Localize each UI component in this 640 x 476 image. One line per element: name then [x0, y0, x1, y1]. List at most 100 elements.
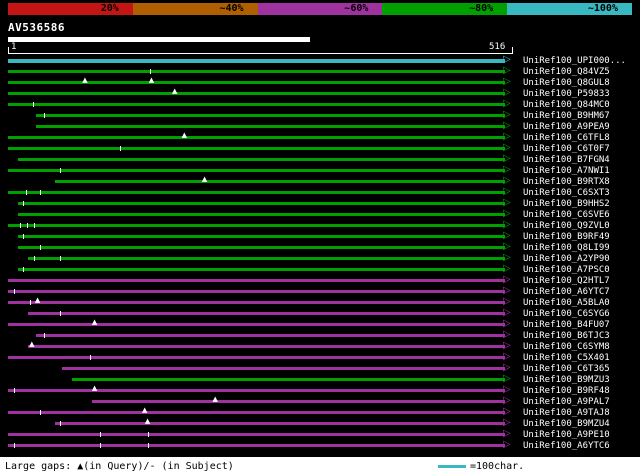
- alignment-hit-bar[interactable]: [36, 114, 505, 117]
- hit-arrow-icon: ▷: [503, 153, 511, 164]
- large-gap-triangle-icon: ▲: [82, 76, 88, 84]
- hit-label[interactable]: UniRef100_C6TFL8: [523, 133, 610, 143]
- hit-arrow-icon: ▷: [503, 285, 511, 296]
- hit-arrow-icon: ▷: [503, 197, 511, 208]
- hit-label[interactable]: UniRef100_C6SXT3: [523, 188, 610, 198]
- hit-arrow-icon: ▷: [503, 395, 511, 406]
- hit-label[interactable]: UniRef100_B9RTX8: [523, 177, 610, 187]
- alignment-hit-bar[interactable]: [8, 323, 505, 326]
- alignment-hit-bar[interactable]: [55, 180, 505, 183]
- hit-label[interactable]: UniRef100_B9MZU4: [523, 419, 610, 429]
- hit-label[interactable]: UniRef100_C5X401: [523, 353, 610, 363]
- hit-label[interactable]: UniRef100_C6SYM8: [523, 342, 610, 352]
- alignment-hit-bar[interactable]: [8, 433, 505, 436]
- hit-label[interactable]: UniRef100_B9MZU3: [523, 375, 610, 385]
- alignment-hit-bar[interactable]: [8, 290, 505, 293]
- hit-label[interactable]: UniRef100_A9PAL7: [523, 397, 610, 407]
- gap-tick: [99, 432, 101, 437]
- hit-arrow-icon: ▷: [503, 109, 511, 120]
- hit-arrow-icon: ▷: [503, 417, 511, 428]
- hit-label[interactable]: UniRef100_B6TJC3: [523, 331, 610, 341]
- alignment-hit-bar[interactable]: [71, 378, 505, 381]
- alignment-hit-bar[interactable]: [8, 301, 505, 304]
- hit-label[interactable]: UniRef100_P59833: [523, 89, 610, 99]
- hit-label[interactable]: UniRef100_C6T365: [523, 364, 610, 374]
- hit-arrow-icon: ▷: [503, 252, 511, 263]
- alignment-hit-bar[interactable]: [17, 268, 505, 271]
- alignment-hit-bar[interactable]: [92, 400, 505, 403]
- hit-arrow-icon: ▷: [503, 175, 511, 186]
- hit-label[interactable]: UniRef100_A9PE10: [523, 430, 610, 440]
- hit-label[interactable]: UniRef100_B9RF49: [523, 232, 610, 242]
- alignment-hit-bar[interactable]: [8, 411, 505, 414]
- large-gap-triangle-icon: ▲: [142, 406, 148, 414]
- hit-label[interactable]: UniRef100_A6YTC7: [523, 287, 610, 297]
- hit-label[interactable]: UniRef100_B9HM67: [523, 111, 610, 121]
- hit-label[interactable]: UniRef100_UPI000...: [523, 56, 626, 66]
- alignment-hit-bar[interactable]: [8, 191, 505, 194]
- alignment-hit-bar[interactable]: [8, 279, 505, 282]
- gap-tick: [119, 146, 121, 151]
- hit-arrow-icon: ▷: [503, 164, 511, 175]
- hit-arrow-icon: ▷: [503, 230, 511, 241]
- hit-label[interactable]: UniRef100_A9PEA9: [523, 122, 610, 132]
- hit-label[interactable]: UniRef100_Q8GUL8: [523, 78, 610, 88]
- hit-label[interactable]: UniRef100_Q84VZ5: [523, 67, 610, 77]
- alignment-hit-bar[interactable]: [17, 213, 505, 216]
- hit-label[interactable]: UniRef100_C6T0F7: [523, 144, 610, 154]
- hit-label[interactable]: UniRef100_A5BLA0: [523, 298, 610, 308]
- legend-gaps-text: Large gaps: ▲(in Query)/- (in Subject): [5, 461, 234, 472]
- alignment-hit-bar[interactable]: [36, 125, 505, 128]
- hit-label[interactable]: UniRef100_B9RF48: [523, 386, 610, 396]
- alignment-hit-bar[interactable]: [17, 202, 505, 205]
- hit-arrow-icon: ▷: [503, 340, 511, 351]
- hit-arrow-icon: ▷: [503, 131, 511, 142]
- hit-label[interactable]: UniRef100_Q2HTL7: [523, 276, 610, 286]
- gap-tick: [43, 333, 45, 338]
- large-gap-triangle-icon: ▲: [212, 395, 218, 403]
- alignment-hit-bar[interactable]: [8, 59, 505, 63]
- hit-arrow-icon: ▷: [503, 384, 511, 395]
- alignment-hit-bar[interactable]: [8, 147, 505, 150]
- hit-arrow-icon: ▷: [503, 241, 511, 252]
- alignment-hit-bar[interactable]: [55, 422, 505, 425]
- alignment-hit-bar[interactable]: [8, 70, 505, 73]
- hit-arrow-icon: ▷: [503, 351, 511, 362]
- alignment-hit-bar[interactable]: [8, 389, 505, 392]
- hit-label[interactable]: UniRef100_Q9ZVL0: [523, 221, 610, 231]
- alignment-hit-bar[interactable]: [8, 444, 505, 447]
- hit-label[interactable]: UniRef100_A7PSC0: [523, 265, 610, 275]
- large-gap-triangle-icon: ▲: [91, 318, 98, 326]
- hit-arrow-icon: ▷: [503, 263, 511, 274]
- alignment-hit-bar[interactable]: [17, 158, 505, 161]
- alignment-hit-bar[interactable]: [8, 169, 505, 172]
- hit-label[interactable]: UniRef100_A7NWI1: [523, 166, 610, 176]
- alignment-hit-bar[interactable]: [8, 136, 505, 139]
- alignment-hit-bar[interactable]: [62, 367, 505, 370]
- alignment-hit-bar[interactable]: [28, 257, 505, 260]
- hit-label[interactable]: UniRef100_A9TAJ8: [523, 408, 610, 418]
- hit-arrow-icon: ▷: [503, 98, 511, 109]
- alignment-hit-bar[interactable]: [28, 312, 505, 315]
- alignment-hit-bar[interactable]: [8, 356, 505, 359]
- alignment-hit-bar[interactable]: [17, 235, 505, 238]
- hit-label[interactable]: UniRef100_C6SYG6: [523, 309, 610, 319]
- alignment-hit-bar[interactable]: [8, 103, 505, 106]
- gap-tick: [99, 443, 101, 448]
- hit-label[interactable]: UniRef100_B7FGN4: [523, 155, 610, 165]
- alignment-hit-bar[interactable]: [17, 246, 505, 249]
- gap-tick: [22, 201, 24, 206]
- hit-label[interactable]: UniRef100_C6SVE6: [523, 210, 610, 220]
- hit-arrow-icon: ▷: [503, 219, 511, 230]
- hit-label[interactable]: UniRef100_A6YTC6: [523, 441, 610, 451]
- hit-label[interactable]: UniRef100_Q8LI99: [523, 243, 610, 253]
- hit-label[interactable]: UniRef100_B4FU07: [523, 320, 610, 330]
- hit-label[interactable]: UniRef100_B9HHS2: [523, 199, 610, 209]
- hit-arrow-icon: ▷: [503, 65, 511, 76]
- alignment-hit-bar[interactable]: [28, 345, 505, 348]
- alignment-hit-bar[interactable]: [36, 334, 505, 337]
- alignment-hit-bar[interactable]: [8, 92, 505, 95]
- alignment-hit-bar[interactable]: [8, 224, 505, 227]
- hit-label[interactable]: UniRef100_Q84MC0: [523, 100, 610, 110]
- hit-label[interactable]: UniRef100_A2YP90: [523, 254, 610, 264]
